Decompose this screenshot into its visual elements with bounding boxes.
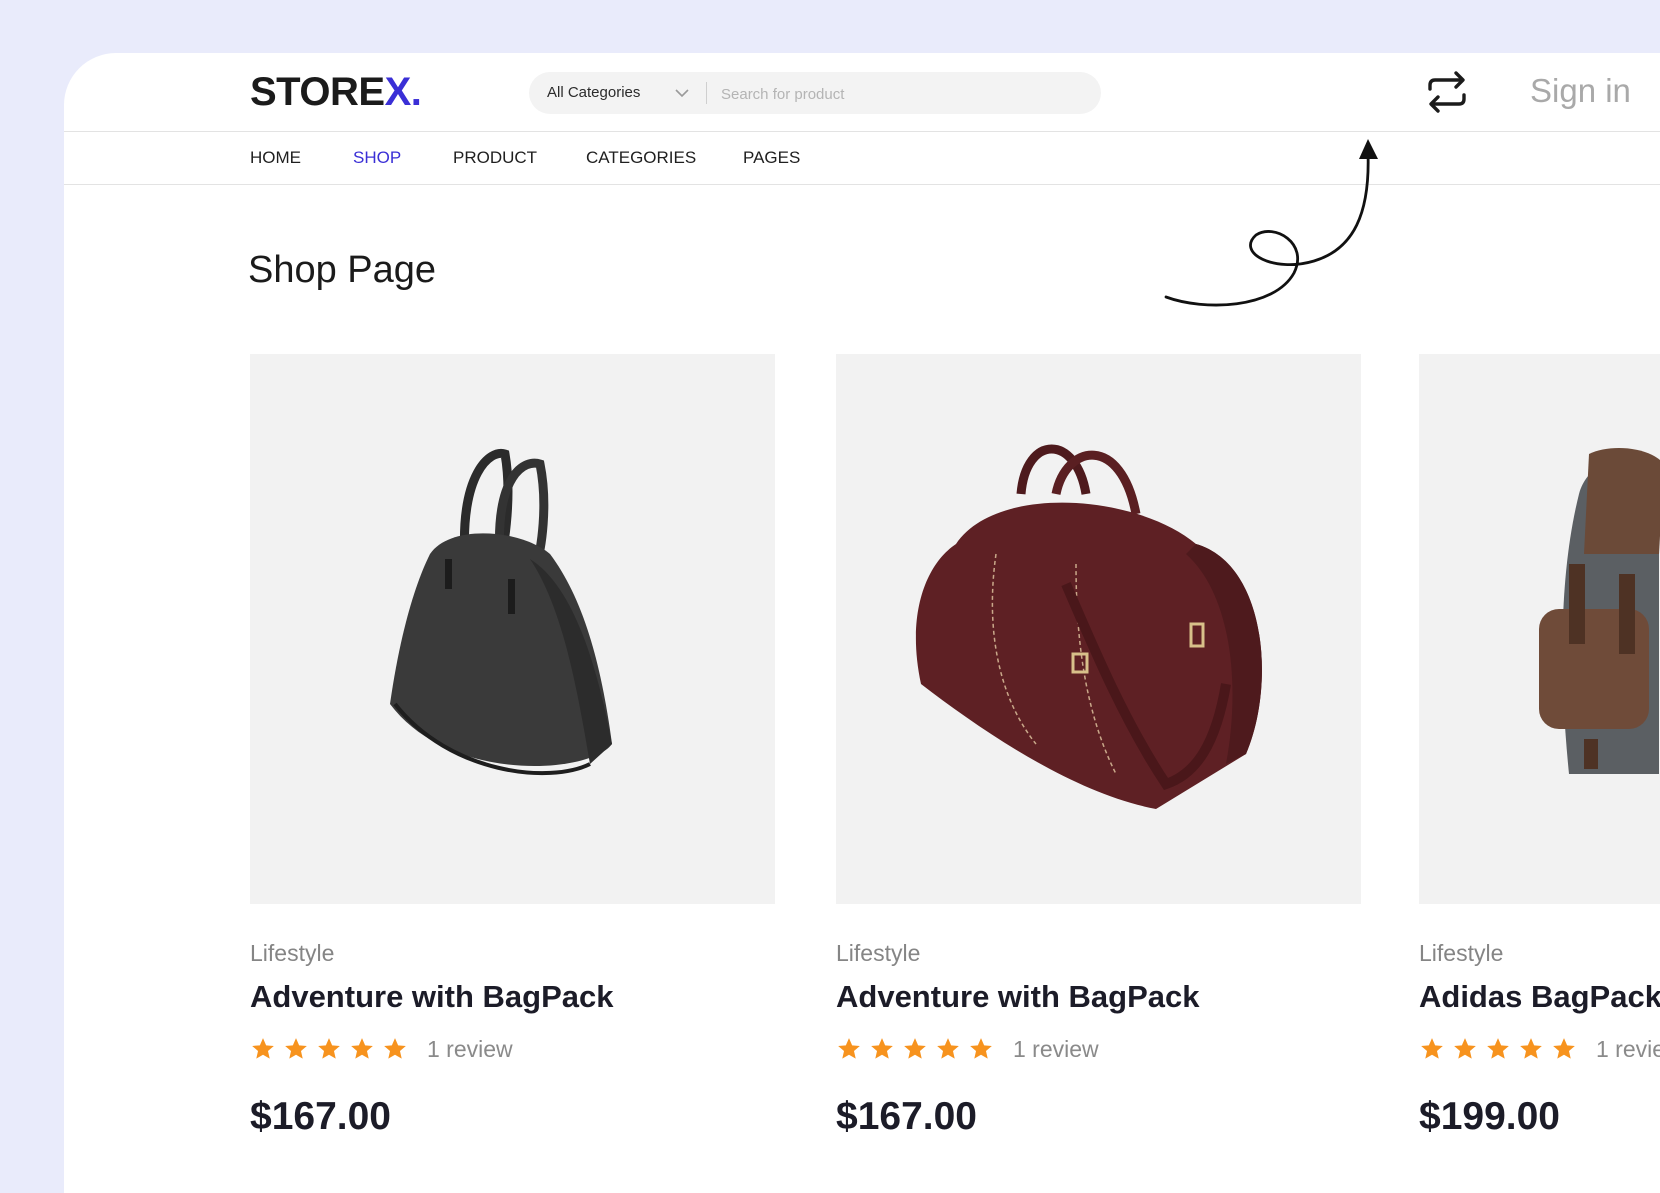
product-category: Lifestyle (1419, 940, 1504, 966)
page-title: Shop Page (248, 249, 437, 291)
product-image-black-handbag[interactable] (250, 354, 775, 904)
product-card[interactable]: Lifestyle Adventure with BagPack 1 revie… (250, 354, 775, 1138)
nav-item-shop[interactable]: SHOP (353, 147, 401, 169)
star-icon (970, 1038, 992, 1059)
top-header: STOREX. All Categories Sign in (64, 53, 1660, 132)
star-icon (384, 1038, 406, 1059)
star-icon (1454, 1038, 1476, 1059)
product-image-burgundy-duffel-bag[interactable] (836, 354, 1361, 904)
sign-in-link[interactable]: Sign in (1530, 71, 1631, 111)
star-icon (838, 1038, 860, 1059)
product-image-brown-backpack[interactable] (1419, 354, 1660, 904)
star-icon (1487, 1038, 1509, 1059)
star-icon (871, 1038, 893, 1059)
category-select[interactable]: All Categories (547, 72, 640, 114)
star-icon (318, 1038, 340, 1059)
compare-arrows-icon[interactable] (1424, 69, 1470, 115)
star-icon (904, 1038, 926, 1059)
nav-item-product[interactable]: PRODUCT (453, 147, 537, 169)
product-title[interactable]: Adventure with BagPack (250, 978, 613, 1016)
product-category: Lifestyle (250, 940, 335, 966)
search-bar: All Categories (529, 72, 1101, 114)
star-icon (351, 1038, 373, 1059)
logo-accent: X. (384, 70, 422, 114)
product-title[interactable]: Adventure with BagPack (836, 978, 1199, 1016)
search-divider (706, 82, 707, 104)
nav-item-home[interactable]: HOME (250, 147, 301, 169)
nav-item-categories[interactable]: CATEGORIES (586, 147, 696, 169)
product-card[interactable]: Lifestyle Adventure with BagPack 1 revie… (836, 354, 1361, 1138)
star-icon (937, 1038, 959, 1059)
review-count[interactable]: 1 review (1013, 1036, 1099, 1063)
star-icon (1421, 1038, 1443, 1059)
star-icon (252, 1038, 274, 1059)
curly-arrow-annotation (1164, 139, 1378, 307)
star-icon (1520, 1038, 1542, 1059)
rating-stars: 1 review (250, 1036, 513, 1062)
product-title[interactable]: Adidas BagPack (1419, 978, 1660, 1016)
product-card[interactable]: Lifestyle Adidas BagPack 1 review $199.0… (1419, 354, 1660, 1138)
chevron-down-icon[interactable] (674, 86, 690, 100)
product-price: $167.00 (836, 1095, 977, 1138)
star-icon (285, 1038, 307, 1059)
store-logo[interactable]: STOREX. (250, 70, 422, 114)
category-select-label: All Categories (547, 84, 641, 101)
star-icon (1553, 1038, 1575, 1059)
product-price: $199.00 (1419, 1095, 1560, 1138)
rating-stars: 1 review (836, 1036, 1099, 1062)
rating-stars: 1 review (1419, 1036, 1660, 1062)
review-count[interactable]: 1 review (427, 1036, 513, 1063)
logo-text: STORE (250, 70, 385, 114)
review-count[interactable]: 1 review (1596, 1036, 1660, 1063)
shop-page: STOREX. All Categories Sign in HOME SHOP… (64, 53, 1660, 1193)
search-input[interactable] (719, 78, 1083, 110)
nav-item-pages[interactable]: PAGES (743, 147, 800, 169)
product-price: $167.00 (250, 1095, 391, 1138)
product-category: Lifestyle (836, 940, 921, 966)
